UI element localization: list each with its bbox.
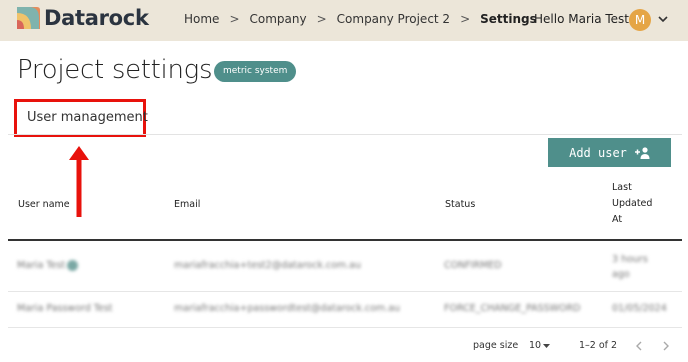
cell-status: FORCE_CHANGE_PASSWORD <box>444 303 581 314</box>
breadcrumb-home[interactable]: Home <box>184 12 219 26</box>
dropdown-arrow-icon[interactable] <box>542 342 551 350</box>
page-size-select[interactable]: 10 <box>529 340 541 351</box>
cell-user-name: Maria Password Test <box>17 303 113 314</box>
column-header-user-name[interactable]: User name <box>18 199 70 210</box>
page-range: 1–2 of 2 <box>579 340 618 351</box>
page-size-label: page size <box>473 340 519 351</box>
add-user-button[interactable]: Add user <box>548 138 671 167</box>
cell-status: CONFIRMED <box>444 260 502 271</box>
unit-system-badge: metric system <box>214 61 297 82</box>
chevron-right-icon[interactable] <box>661 341 671 351</box>
breadcrumb-company[interactable]: Company <box>250 12 307 26</box>
breadcrumb-project[interactable]: Company Project 2 <box>337 12 450 26</box>
table-row[interactable]: Maria Test <box>17 260 79 271</box>
column-header-last-updated[interactable]: Last Updated At <box>612 180 662 228</box>
chevron-left-icon[interactable] <box>634 341 644 351</box>
page-title: Project settings <box>17 55 213 85</box>
chevron-down-icon[interactable] <box>657 13 669 25</box>
chevron-right-icon: > <box>316 12 327 26</box>
tabs-divider <box>8 134 682 135</box>
datarock-logo-icon <box>17 7 40 29</box>
logo[interactable]: Datarock <box>15 5 149 31</box>
top-bar: Datarock Home > Company > Company Projec… <box>0 0 688 41</box>
column-header-email[interactable]: Email <box>174 199 200 210</box>
cell-updated: 01/05/2024 <box>612 303 667 314</box>
user-greeting: Hello Maria Test <box>534 12 630 26</box>
breadcrumb: Home > Company > Company Project 2 > Set… <box>184 12 537 26</box>
row-divider <box>8 291 682 292</box>
logo-text: Datarock <box>44 6 149 30</box>
cell-email: mariafracchia+passwordtest@datarock.com.… <box>174 303 401 314</box>
cell-email: mariafracchia+test2@datarock.com.au <box>174 260 361 271</box>
avatar <box>67 260 79 271</box>
chevron-right-icon: > <box>229 12 240 26</box>
add-person-icon <box>634 146 650 159</box>
tab-user-management[interactable]: User management <box>27 110 148 125</box>
avatar[interactable]: M <box>629 9 651 31</box>
header-divider <box>8 239 682 241</box>
column-header-status[interactable]: Status <box>445 199 475 210</box>
chevron-right-icon: > <box>460 12 471 26</box>
breadcrumb-settings: Settings <box>480 12 537 26</box>
row-divider <box>8 327 682 328</box>
add-user-label: Add user <box>569 145 627 160</box>
cell-updated: 3 hours ago <box>612 254 648 280</box>
cell-user-name: Maria Test <box>17 260 66 271</box>
